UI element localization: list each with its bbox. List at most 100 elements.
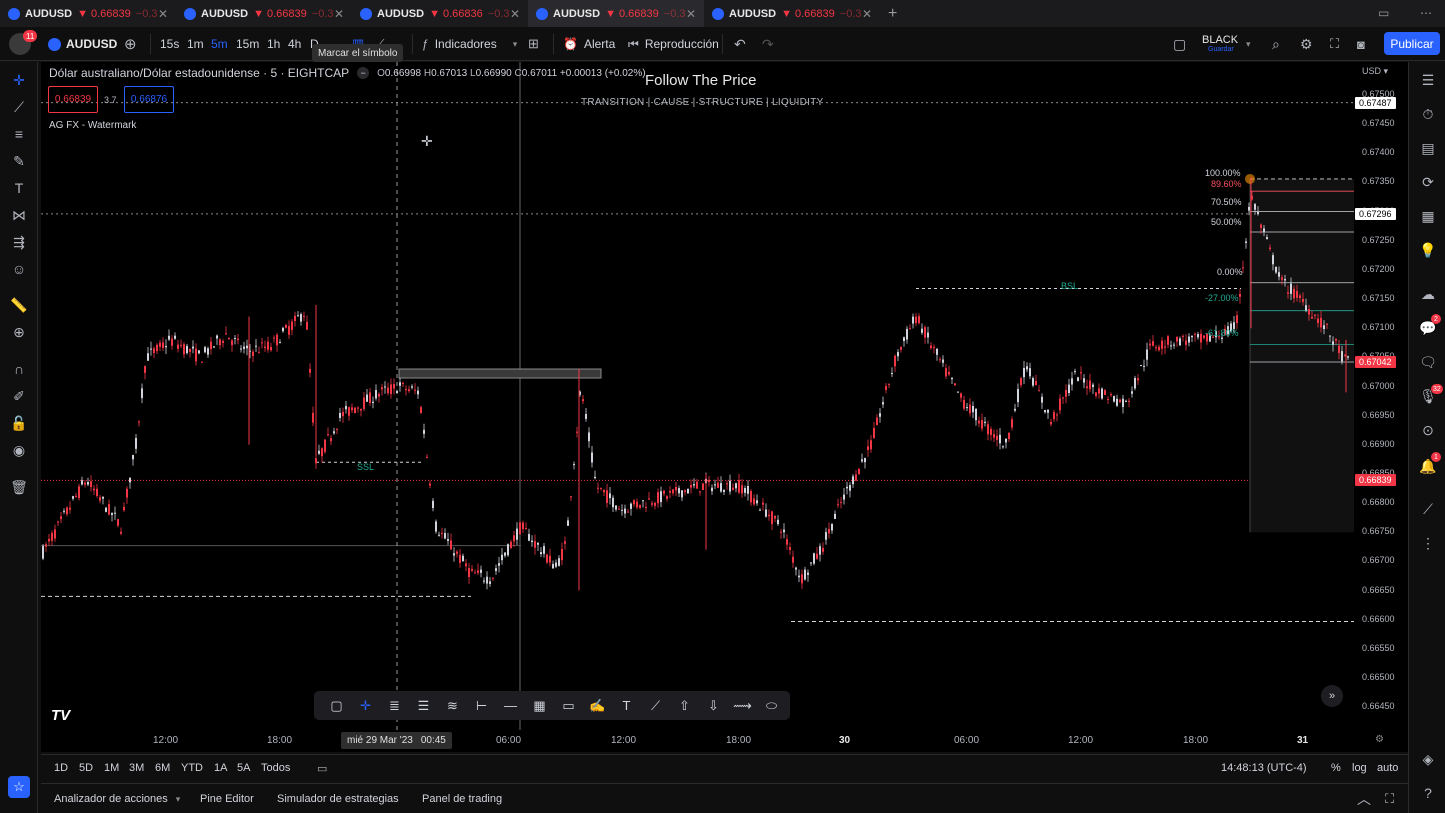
range-1M[interactable]: 1M bbox=[104, 755, 119, 781]
price-scale[interactable]: 0.675000.674500.674000.673500.673000.672… bbox=[1354, 62, 1408, 752]
publish-button[interactable]: Publicar bbox=[1384, 32, 1440, 55]
lock-drawing-icon[interactable]: ✐ bbox=[9, 386, 29, 406]
new-tab-icon[interactable]: + bbox=[888, 5, 897, 23]
fullscreen-icon[interactable]: ⛶ bbox=[1330, 27, 1339, 61]
parallel-channel-icon[interactable]: ≋ bbox=[438, 691, 467, 720]
timeframe-15s[interactable]: 15s bbox=[160, 27, 179, 61]
zoom-in-icon[interactable]: ⊕ bbox=[9, 322, 29, 342]
more-icon[interactable]: ⋯ bbox=[1420, 6, 1432, 20]
horizontal-line-icon[interactable]: — bbox=[496, 691, 525, 720]
close-icon[interactable]: ✕ bbox=[334, 7, 344, 21]
replay-button[interactable]: ⏮ Reproducción bbox=[628, 27, 719, 61]
timeframe-5m[interactable]: 5m bbox=[211, 27, 228, 61]
timeframe-1m[interactable]: 1m bbox=[187, 27, 204, 61]
data-window-icon[interactable]: ⋮ bbox=[1418, 533, 1438, 553]
range-1A[interactable]: 1A bbox=[214, 755, 227, 781]
fib-extension-icon[interactable]: ☰ bbox=[409, 691, 438, 720]
templates-icon[interactable]: ⊞ bbox=[528, 27, 539, 61]
goto-date-icon[interactable]: ▭ bbox=[317, 755, 327, 781]
browser-tab-active[interactable]: AUDUSD ▼ 0.66839 −0.3 ✕ bbox=[528, 0, 704, 27]
range-6M[interactable]: 6M bbox=[155, 755, 170, 781]
fib-tools-icon[interactable]: ≡ bbox=[9, 124, 29, 144]
brush-icon[interactable]: ✎ bbox=[9, 151, 29, 171]
crosshair-icon[interactable]: ✛ bbox=[351, 691, 380, 720]
chart-pane[interactable]: ✛ Dólar australiano/Dólar estadounidense… bbox=[41, 62, 1408, 752]
trend-icon[interactable]: ⟋ bbox=[1418, 499, 1438, 519]
text-icon[interactable]: T bbox=[612, 691, 641, 720]
log-toggle[interactable]: log bbox=[1352, 755, 1367, 781]
chevron-down-icon[interactable]: ▾ bbox=[1246, 27, 1251, 61]
favorites-star-icon[interactable]: ☆ bbox=[8, 776, 30, 798]
close-icon[interactable]: ✕ bbox=[510, 7, 520, 21]
range-5A[interactable]: 5A bbox=[237, 755, 250, 781]
help-icon[interactable]: ? bbox=[1418, 783, 1438, 803]
trend-line-icon[interactable]: ⟋ bbox=[9, 97, 29, 117]
arrow-down-icon[interactable]: ⇩ bbox=[699, 691, 728, 720]
compare-symbol-icon[interactable]: ⊕ bbox=[124, 27, 137, 61]
close-icon[interactable]: ✕ bbox=[862, 7, 872, 21]
scroll-right-icon[interactable]: » bbox=[1321, 685, 1343, 707]
close-icon[interactable]: ✕ bbox=[158, 7, 168, 21]
tab-strategy-tester[interactable]: Simulador de estrategias bbox=[277, 784, 399, 813]
arrow-up-icon[interactable]: ⇧ bbox=[670, 691, 699, 720]
alerts-clock-icon[interactable]: ⏱ bbox=[1418, 104, 1438, 124]
broadcast-icon[interactable]: ⊙ bbox=[1418, 420, 1438, 440]
browser-tab[interactable]: AUDUSD ▼ 0.66836 −0.3 ✕ bbox=[352, 0, 528, 27]
collapse-legend-icon[interactable]: − bbox=[357, 67, 370, 79]
time-scale[interactable]: mié 29 Mar '23 00:45 ⚙ 12:00 18:00 06:00 12… bbox=[41, 730, 1408, 752]
lock-icon[interactable]: 🔓 bbox=[9, 413, 29, 433]
fib-retracement-icon[interactable]: ≣ bbox=[380, 691, 409, 720]
tab-pine-editor[interactable]: Pine Editor bbox=[200, 784, 254, 813]
range-5D[interactable]: 5D bbox=[79, 755, 93, 781]
clock[interactable]: 14:48:13 (UTC-4) bbox=[1221, 755, 1307, 781]
tab-stock-screener[interactable]: Analizador de acciones ▾ bbox=[54, 784, 180, 813]
percent-toggle[interactable]: % bbox=[1331, 755, 1341, 781]
undo-icon[interactable]: ↶ bbox=[734, 27, 746, 61]
emoji-icon[interactable]: ☺ bbox=[9, 259, 29, 279]
alert-button[interactable]: ⏰ Alerta bbox=[563, 27, 615, 61]
timeframe-1h[interactable]: 1h bbox=[267, 27, 280, 61]
shape-icon[interactable]: ⬭ bbox=[757, 691, 786, 720]
settings-gear-icon[interactable]: ⚙ bbox=[1375, 734, 1384, 745]
range-YTD[interactable]: YTD bbox=[181, 755, 203, 781]
messages-icon[interactable]: 🗨 bbox=[1418, 352, 1438, 372]
text-tool-icon[interactable]: T bbox=[9, 178, 29, 198]
camera-icon[interactable]: ◙ bbox=[1357, 27, 1365, 61]
symbol-search[interactable]: AUDUSD bbox=[48, 27, 117, 61]
browser-tab[interactable]: AUDUSD ▼ 0.66839 −0.3 ✕ bbox=[704, 0, 880, 27]
watchlist-icon[interactable]: ☰ bbox=[1418, 70, 1438, 90]
redo-icon[interactable]: ↷ bbox=[762, 27, 774, 61]
auto-toggle[interactable]: auto bbox=[1377, 755, 1398, 781]
trash-icon[interactable]: 🗑 bbox=[9, 477, 29, 497]
window-layout-icon[interactable]: ▭ bbox=[1378, 6, 1389, 20]
rectangle-icon[interactable]: ▢ bbox=[322, 691, 351, 720]
browser-tab[interactable]: AUDUSD ▼ 0.66839 −0.3 ✕ bbox=[0, 0, 176, 27]
timeframe-15m[interactable]: 15m bbox=[236, 27, 259, 61]
gear-icon[interactable]: ⚙ bbox=[1300, 27, 1313, 61]
range-3M[interactable]: 3M bbox=[129, 755, 144, 781]
grid-icon[interactable]: ▦ bbox=[525, 691, 554, 720]
browser-tab[interactable]: AUDUSD ▼ 0.66839 −0.3 ✕ bbox=[176, 0, 352, 27]
buy-button[interactable]: 0.66876 bbox=[124, 86, 174, 113]
highlighter-icon[interactable]: ✍ bbox=[583, 691, 612, 720]
hotlist-icon[interactable]: ⟳ bbox=[1418, 172, 1438, 192]
range-Todos[interactable]: Todos bbox=[261, 755, 290, 781]
sell-button[interactable]: 0.66839 bbox=[48, 86, 98, 113]
path-icon[interactable]: ⟿ bbox=[728, 691, 757, 720]
layout-save-button[interactable]: BLACK Guardar bbox=[1202, 27, 1238, 61]
calendar-icon[interactable]: ▦ bbox=[1418, 206, 1438, 226]
search-icon[interactable]: ⌕ bbox=[1272, 27, 1280, 61]
ruler-icon[interactable]: 📏 bbox=[9, 295, 29, 315]
date-range-icon[interactable]: ⊢ bbox=[467, 691, 496, 720]
candlestick-chart[interactable]: ✛ bbox=[41, 62, 1408, 752]
ideas-icon[interactable]: 💡 bbox=[1418, 240, 1438, 260]
crosshair-icon[interactable]: ✛ bbox=[9, 70, 29, 90]
pattern-icon[interactable]: ⋈ bbox=[9, 205, 29, 225]
tab-trading-panel[interactable]: Panel de trading bbox=[422, 784, 502, 813]
ray-icon[interactable]: ⟋ bbox=[641, 691, 670, 720]
range-1D[interactable]: 1D bbox=[54, 755, 68, 781]
indicators-button[interactable]: ƒ Indicadores ▾ bbox=[422, 27, 517, 61]
close-icon[interactable]: ✕ bbox=[686, 7, 696, 21]
cloud-icon[interactable]: ☁ bbox=[1418, 284, 1438, 304]
eye-icon[interactable]: ◉ bbox=[9, 440, 29, 460]
